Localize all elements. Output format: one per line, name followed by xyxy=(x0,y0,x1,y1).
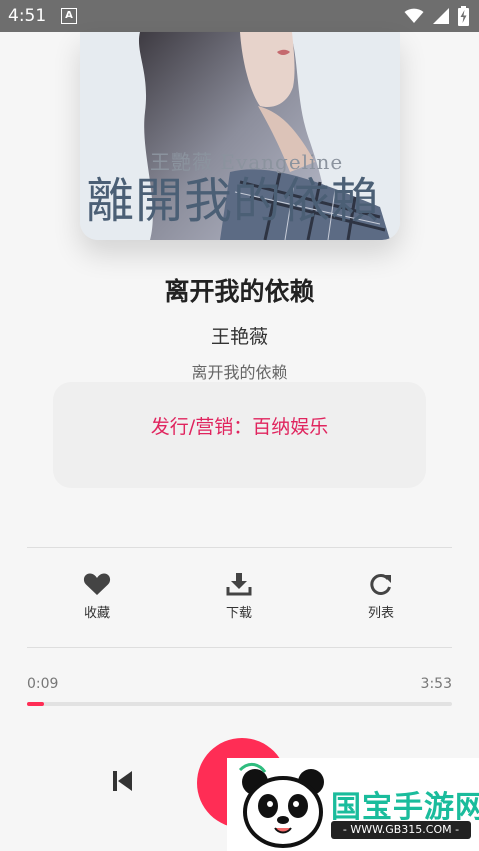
progress-bar[interactable] xyxy=(27,702,452,706)
a-box-icon: A xyxy=(61,8,77,24)
current-time: 0:09 xyxy=(27,676,59,692)
list-label: 列表 xyxy=(367,606,394,621)
download-icon xyxy=(226,573,252,596)
divider-top xyxy=(27,547,452,548)
wifi-icon xyxy=(404,8,424,23)
total-time: 3:53 xyxy=(420,676,452,692)
song-title: 离开我的依赖 xyxy=(164,277,315,306)
download-label: 下载 xyxy=(225,606,252,621)
battery-charging-icon xyxy=(458,6,469,26)
refresh-icon xyxy=(370,574,391,595)
publisher-card: 发行/营销：百纳娱乐 xyxy=(53,382,426,488)
watermark: 国宝手游网 - WWW.GB315.COM - xyxy=(227,758,479,851)
watermark-url: - WWW.GB315.COM - xyxy=(331,821,471,839)
cover-title: 離開我的依賴 xyxy=(86,173,381,229)
album-name: 离开我的依赖 xyxy=(191,363,288,382)
artist-name: 王艳薇 xyxy=(210,326,268,348)
progress-fill xyxy=(27,702,44,706)
album-cover: 王艷薇 Evangeline 離開我的依賴 xyxy=(80,32,400,240)
watermark-brand: 国宝手游网 xyxy=(331,790,479,825)
download-button[interactable]: 下载 xyxy=(199,572,279,621)
signal-icon xyxy=(433,8,449,24)
divider-bottom xyxy=(27,647,452,648)
favorite-button[interactable]: 收藏 xyxy=(57,572,137,621)
status-time: 4:51 xyxy=(8,6,47,26)
publisher-text: 发行/营销：百纳娱乐 xyxy=(150,416,329,438)
skip-previous-icon[interactable] xyxy=(110,768,136,794)
heart-icon xyxy=(83,573,111,595)
status-bar: 4:51 A xyxy=(0,0,479,32)
favorite-label: 收藏 xyxy=(83,606,110,621)
status-icons xyxy=(404,6,469,26)
panda-logo xyxy=(238,762,324,848)
list-button[interactable]: 列表 xyxy=(341,572,421,621)
